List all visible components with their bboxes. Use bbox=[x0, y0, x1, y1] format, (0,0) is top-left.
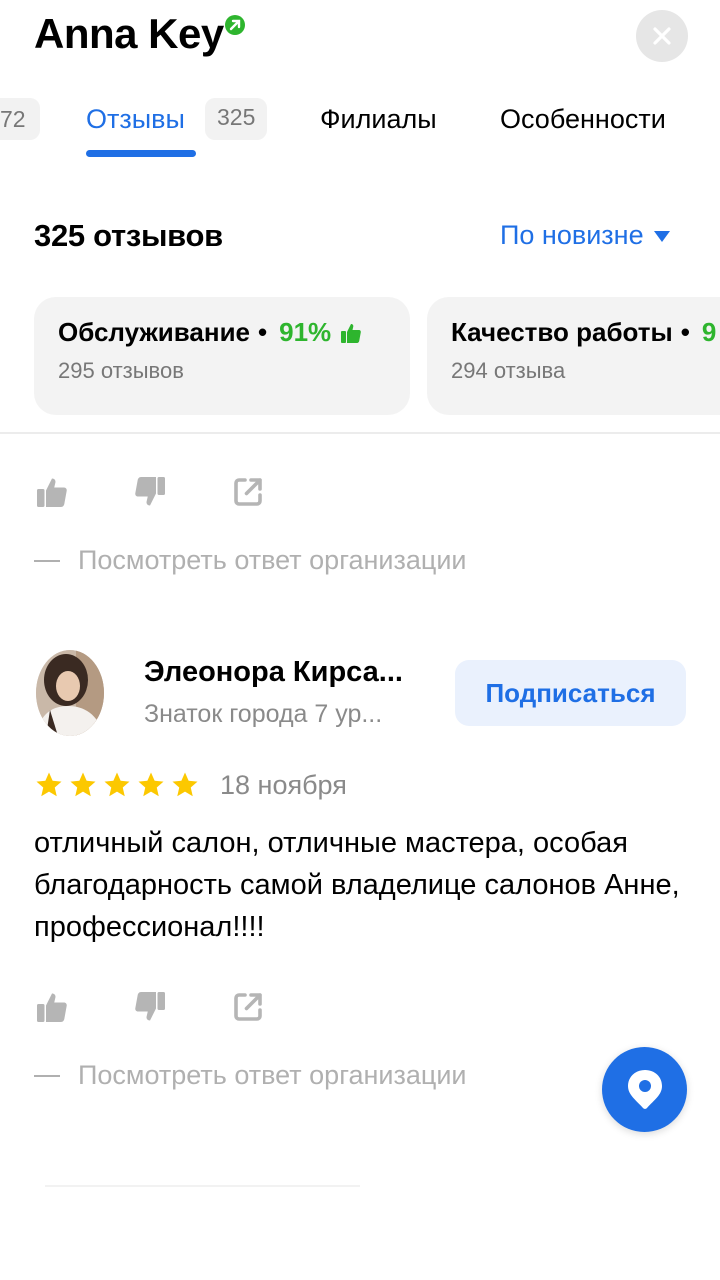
dislike-icon[interactable] bbox=[132, 474, 168, 510]
avatar[interactable] bbox=[36, 650, 104, 736]
close-icon bbox=[653, 27, 671, 45]
aspect-review-count: 294 отзыва bbox=[451, 358, 566, 383]
share-icon[interactable] bbox=[230, 474, 266, 510]
dash-icon bbox=[34, 559, 60, 562]
close-button[interactable] bbox=[636, 10, 688, 62]
separator-dot: • bbox=[680, 317, 690, 347]
aspect-percent: 91% bbox=[279, 317, 332, 347]
view-org-reply-link[interactable]: Посмотреть ответ организации bbox=[34, 1060, 466, 1091]
bottom-divider bbox=[45, 1185, 360, 1187]
tab-reviews-count: 325 bbox=[205, 98, 268, 140]
view-org-reply-label: Посмотреть ответ организации bbox=[78, 1060, 467, 1090]
tab-reviews[interactable]: Отзывы bbox=[86, 98, 185, 140]
review-date: 18 ноября bbox=[220, 770, 347, 800]
sort-label: По новизне bbox=[500, 220, 644, 250]
tab-features[interactable]: Особенности bbox=[500, 98, 666, 140]
review-actions bbox=[34, 474, 294, 514]
author-name[interactable]: Элеонора Кирса... bbox=[144, 656, 403, 689]
caret-down-icon bbox=[653, 231, 670, 242]
active-tab-indicator bbox=[86, 150, 196, 157]
aspect-title: Качество работы bbox=[451, 317, 673, 347]
like-icon[interactable] bbox=[34, 989, 70, 1025]
sort-dropdown[interactable]: По новизне bbox=[500, 220, 670, 251]
map-pin-icon bbox=[627, 1069, 662, 1109]
subscribe-button[interactable]: Подписаться bbox=[455, 660, 686, 726]
aspect-review-count: 295 отзывов bbox=[58, 358, 184, 383]
share-icon[interactable] bbox=[230, 989, 266, 1025]
reviews-count-heading: 325 отзывов bbox=[34, 218, 223, 253]
avatar-photo bbox=[36, 650, 104, 736]
thumbs-up-icon bbox=[341, 323, 362, 343]
dash-icon bbox=[34, 1074, 60, 1077]
aspect-percent: 9 bbox=[701, 317, 717, 347]
star-icon bbox=[138, 772, 164, 797]
author-level: Знаток города 7 ур... bbox=[144, 700, 383, 728]
star-icon bbox=[104, 772, 130, 797]
view-org-reply-link[interactable]: Посмотреть ответ организации bbox=[34, 545, 466, 576]
review-actions bbox=[34, 989, 294, 1029]
separator-dot: • bbox=[258, 317, 268, 347]
map-pin-fab[interactable] bbox=[602, 1047, 687, 1132]
aspect-title: Обслуживание bbox=[58, 317, 251, 347]
aspect-card-quality[interactable]: Качество работы • 9 294 отзыва bbox=[427, 297, 720, 415]
verified-badge-icon bbox=[225, 15, 245, 35]
review-text: отличный салон, отличные мастера, особая… bbox=[34, 827, 680, 943]
rating-stars bbox=[34, 770, 200, 802]
tab-bar: 72 Отзывы 325 Филиалы Особенности bbox=[0, 98, 720, 162]
section-divider bbox=[0, 432, 720, 434]
tab-branches[interactable]: Филиалы bbox=[320, 98, 437, 140]
dislike-icon[interactable] bbox=[132, 989, 168, 1025]
page-title: Anna Key bbox=[34, 10, 224, 57]
star-icon bbox=[70, 772, 96, 797]
star-icon bbox=[172, 772, 198, 797]
like-icon[interactable] bbox=[34, 474, 70, 510]
star-icon bbox=[36, 772, 62, 797]
view-org-reply-label: Посмотреть ответ организации bbox=[78, 545, 467, 575]
aspect-card-service[interactable]: Обслуживание • 91% 295 отзывов bbox=[34, 297, 410, 415]
tab-previous-count[interactable]: 72 bbox=[0, 98, 40, 140]
